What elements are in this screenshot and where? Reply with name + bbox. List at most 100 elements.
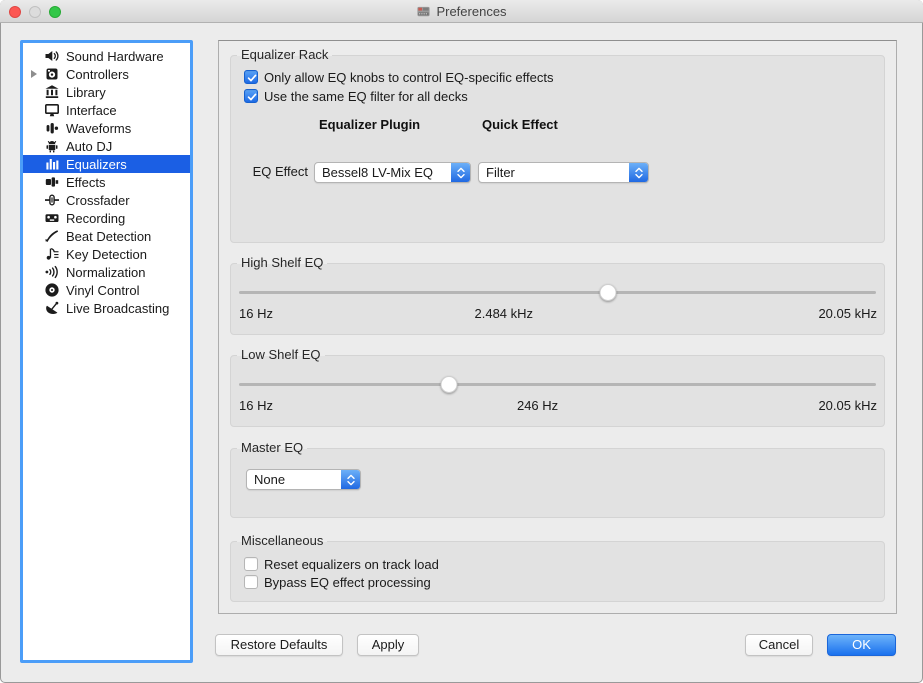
beat-detection-icon — [44, 228, 60, 244]
master-eq-value: None — [247, 472, 341, 488]
checkbox-row-use-the-same-eq-filter-for-all-decks[interactable]: Use the same EQ filter for all decks — [244, 88, 468, 104]
checkbox-row-only-allow-eq-knobs-to-control-eq-specific-effects[interactable]: Only allow EQ knobs to control EQ-specif… — [244, 69, 554, 85]
high-shelf-slider[interactable] — [239, 284, 876, 301]
checkbox-row-reset-equalizers-on-track-load[interactable]: Reset equalizers on track load — [244, 556, 439, 572]
controllers-icon — [44, 66, 60, 82]
recording-icon — [44, 210, 60, 226]
speaker-icon — [44, 48, 60, 64]
scale-max-label: 20.05 kHz — [818, 398, 877, 413]
low-shelf-slider[interactable] — [239, 376, 876, 393]
disclosure-triangle-icon[interactable] — [23, 70, 44, 78]
checkbox-checked[interactable] — [244, 70, 258, 84]
master-eq-group: Master EQ None — [230, 448, 885, 518]
group-title: Low Shelf EQ — [237, 347, 325, 363]
slider-track[interactable] — [239, 291, 876, 294]
close-button[interactable] — [9, 6, 21, 18]
sidebar-item-label: Auto DJ — [66, 139, 112, 154]
checkbox-label: Only allow EQ knobs to control EQ-specif… — [264, 70, 554, 85]
checkbox-unchecked[interactable] — [244, 557, 258, 571]
group-title: Equalizer Rack — [237, 47, 332, 63]
quick-effect-select[interactable]: Filter — [478, 162, 649, 183]
equalizer-plugin-select[interactable]: Bessel8 LV-Mix EQ — [314, 162, 471, 183]
scale-value-label: 246 Hz — [517, 398, 558, 413]
miscellaneous-group: Miscellaneous Reset equalizers on track … — [230, 541, 885, 602]
waveforms-icon — [44, 120, 60, 136]
restore-defaults-button[interactable]: Restore Defaults — [215, 634, 343, 656]
sidebar-item-label: Key Detection — [66, 247, 147, 262]
crossfader-icon — [44, 192, 60, 208]
sidebar-item-waveforms[interactable]: Waveforms — [23, 119, 190, 137]
checkbox-unchecked[interactable] — [244, 575, 258, 589]
equalizer-rack-group: Equalizer Rack Only allow EQ knobs to co… — [230, 55, 885, 243]
popup-arrows-icon — [451, 163, 470, 182]
sidebar-item-normalization[interactable]: Normalization — [23, 263, 190, 281]
sidebar-item-equalizers[interactable]: Equalizers — [23, 155, 190, 173]
popup-arrows-icon — [629, 163, 648, 182]
sidebar-item-vinyl-control[interactable]: Vinyl Control — [23, 281, 190, 299]
group-title: Master EQ — [237, 440, 307, 456]
sidebar-item-label: Crossfader — [66, 193, 130, 208]
key-detection-icon — [44, 246, 60, 262]
sidebar-item-label: Vinyl Control — [66, 283, 139, 298]
sidebar-item-auto-dj[interactable]: Auto DJ — [23, 137, 190, 155]
title-bar: Preferences — [0, 0, 923, 23]
scale-value-label: 2.484 kHz — [474, 306, 533, 321]
sidebar-item-controllers[interactable]: Controllers — [23, 65, 190, 83]
sidebar-item-label: Library — [66, 85, 106, 100]
master-eq-select[interactable]: None — [246, 469, 361, 490]
checkbox-label: Reset equalizers on track load — [264, 557, 439, 572]
high-shelf-eq-group: High Shelf EQ 16 Hz 2.484 kHz 20.05 kHz — [230, 263, 885, 335]
scale-min-label: 16 Hz — [239, 306, 273, 321]
window-title-group: Preferences — [416, 4, 506, 19]
high-shelf-scale: 16 Hz 2.484 kHz 20.05 kHz — [239, 306, 877, 322]
checkbox-row-bypass-eq-effect-processing[interactable]: Bypass EQ effect processing — [244, 574, 431, 590]
sidebar-item-recording[interactable]: Recording — [23, 209, 190, 227]
normalization-icon — [44, 264, 60, 280]
popup-arrows-icon — [341, 470, 360, 489]
slider-track[interactable] — [239, 383, 876, 386]
preferences-category-list[interactable]: Sound HardwareControllers LibraryInterfac… — [20, 40, 193, 663]
sidebar-item-label: Live Broadcasting — [66, 301, 169, 316]
apply-button[interactable]: Apply — [357, 634, 419, 656]
low-shelf-scale: 16 Hz 246 Hz 20.05 kHz — [239, 398, 877, 414]
minimize-button — [29, 6, 41, 18]
eq-effect-label: EQ Effect — [244, 164, 308, 179]
interface-icon — [44, 102, 60, 118]
group-title: Miscellaneous — [237, 533, 327, 549]
traffic-lights — [9, 6, 61, 18]
preferences-pane: Equalizer Rack Only allow EQ knobs to co… — [218, 40, 897, 614]
sidebar-item-label: Effects — [66, 175, 106, 190]
checkbox-checked[interactable] — [244, 89, 258, 103]
app-icon — [416, 4, 431, 19]
checkbox-label: Bypass EQ effect processing — [264, 575, 431, 590]
sidebar-item-crossfader[interactable]: Crossfader — [23, 191, 190, 209]
window-title: Preferences — [436, 4, 506, 19]
sidebar-item-key-detection[interactable]: Key Detection — [23, 245, 190, 263]
sidebar-item-sound-hardware[interactable]: Sound Hardware — [23, 47, 190, 65]
preferences-window: Preferences Sound HardwareControllers Lib… — [0, 0, 923, 683]
group-title: High Shelf EQ — [237, 255, 327, 271]
sidebar-item-label: Recording — [66, 211, 125, 226]
slider-thumb[interactable] — [600, 284, 617, 301]
slider-thumb[interactable] — [441, 376, 458, 393]
ok-button[interactable]: OK — [827, 634, 896, 656]
sidebar-item-live-broadcasting[interactable]: Live Broadcasting — [23, 299, 190, 317]
sidebar-item-beat-detection[interactable]: Beat Detection — [23, 227, 190, 245]
vinyl-control-icon — [44, 282, 60, 298]
effects-icon — [44, 174, 60, 190]
zoom-button[interactable] — [49, 6, 61, 18]
sidebar-item-interface[interactable]: Interface — [23, 101, 190, 119]
cancel-button[interactable]: Cancel — [745, 634, 813, 656]
quick-effect-header: Quick Effect — [482, 117, 558, 132]
quick-effect-value: Filter — [479, 165, 629, 181]
live-broadcasting-icon — [44, 300, 60, 316]
equalizer-plugin-value: Bessel8 LV-Mix EQ — [315, 165, 451, 181]
sidebar-item-library[interactable]: Library — [23, 83, 190, 101]
equalizer-plugin-header: Equalizer Plugin — [319, 117, 420, 132]
low-shelf-eq-group: Low Shelf EQ 16 Hz 246 Hz 20.05 kHz — [230, 355, 885, 427]
sidebar-item-label: Sound Hardware — [66, 49, 164, 64]
sidebar-item-effects[interactable]: Effects — [23, 173, 190, 191]
sidebar-item-label: Normalization — [66, 265, 145, 280]
library-icon — [44, 84, 60, 100]
scale-min-label: 16 Hz — [239, 398, 273, 413]
